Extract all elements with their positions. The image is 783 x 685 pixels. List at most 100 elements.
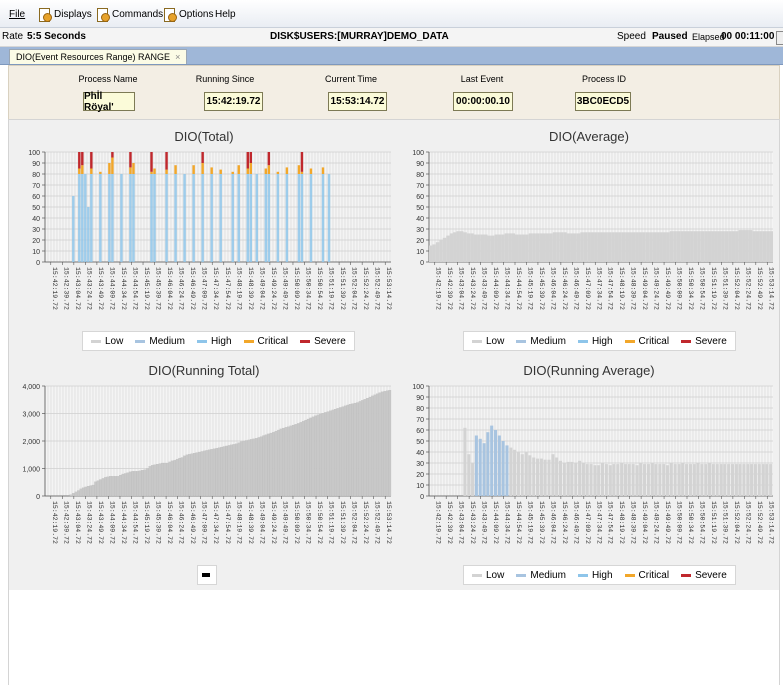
- menu-options[interactable]: Options: [163, 7, 213, 22]
- bar-running-total: [131, 471, 135, 497]
- y-tick-label: 20: [32, 238, 40, 245]
- bar-running-total: [183, 455, 186, 497]
- bar-running-average: [482, 443, 486, 496]
- medium-swatch-icon: [135, 339, 146, 343]
- x-tick-label: 15:43:49.72: [97, 267, 104, 310]
- bar-running-total: [195, 452, 199, 497]
- x-tick-label: 15:47:34.72: [595, 501, 602, 544]
- bar-running-total: [279, 428, 283, 497]
- bar-running-total: [299, 422, 303, 497]
- bar-running-total: [306, 418, 310, 497]
- bar-low: [711, 231, 715, 262]
- bar-running-total: [111, 476, 115, 497]
- bar-running-average: [669, 463, 673, 496]
- x-tick-label: 15:47:09.72: [584, 501, 591, 544]
- x-tick-label: 15:45:19.72: [526, 267, 533, 310]
- bar-running-total: [173, 460, 177, 497]
- bar-low: [573, 233, 577, 262]
- bar-running-average: [723, 464, 727, 496]
- high-swatch-icon: [196, 339, 207, 343]
- bar-running-average: [578, 460, 582, 496]
- y-tick-label: 3,000: [22, 412, 40, 419]
- bar-running-average: [654, 464, 658, 496]
- bar-running-total: [116, 476, 120, 497]
- series-swatch-icon: [202, 573, 210, 577]
- x-tick-label: 15:51:39.72: [339, 501, 346, 544]
- x-tick-label: 15:50:54.72: [698, 501, 705, 544]
- bar-severe: [165, 152, 168, 170]
- bar-running-average: [761, 464, 765, 496]
- bar-low: [614, 232, 619, 262]
- bar-running-total: [250, 439, 253, 497]
- close-icon[interactable]: ×: [175, 52, 180, 62]
- bar-running-total: [259, 436, 263, 497]
- bar-low: [666, 232, 670, 262]
- bar-low: [755, 231, 760, 262]
- x-tick-label: 15:50:09.72: [676, 267, 683, 310]
- menu-help[interactable]: Help: [215, 7, 236, 21]
- x-tick-label: 15:42:39.72: [62, 267, 69, 310]
- bar-running-total: [91, 484, 95, 497]
- bar-critical: [150, 171, 153, 174]
- bar-running-total: [166, 462, 169, 497]
- bar-high: [321, 174, 325, 262]
- bar-running-average: [696, 463, 700, 496]
- bar-severe: [201, 152, 204, 163]
- menu-file[interactable]: File: [9, 7, 25, 21]
- chart-area: DIO(Total) DIO(Average) DIO(Running Tota…: [8, 119, 780, 591]
- bar-running-average: [769, 464, 773, 496]
- low-swatch-icon: [472, 339, 482, 343]
- bar-critical: [321, 167, 325, 174]
- bar-running-total: [284, 427, 288, 497]
- x-tick-label: 15:50:54.72: [316, 267, 323, 310]
- panel-toggle-icon[interactable]: [776, 31, 783, 45]
- y-tick-label: 70: [416, 417, 424, 424]
- bar-high: [249, 174, 252, 262]
- bar-running-total: [109, 476, 112, 497]
- bar-running-total: [106, 476, 110, 497]
- bar-low: [762, 231, 767, 262]
- menu-commands[interactable]: Commands: [96, 7, 163, 22]
- y-tick-label: 90: [32, 161, 40, 168]
- bar-low: [583, 232, 588, 262]
- bar-low: [735, 231, 739, 262]
- bar-running-total: [282, 427, 285, 497]
- bar-low: [638, 232, 643, 262]
- bar-critical: [264, 168, 268, 174]
- bar-running-average: [539, 458, 543, 496]
- x-tick-label: 15:49:49.72: [281, 267, 288, 310]
- bar-low: [576, 233, 581, 262]
- x-tick-label: 15:52:24.72: [362, 267, 369, 310]
- bar-low: [656, 232, 660, 262]
- bar-running-total: [99, 479, 102, 497]
- x-tick-label: 15:43:24.72: [469, 501, 476, 544]
- bar-severe: [249, 152, 252, 163]
- low-swatch-icon: [91, 339, 101, 343]
- bar-low: [545, 233, 550, 262]
- bar-running-average: [658, 464, 662, 496]
- bar-low: [535, 233, 540, 262]
- bar-running-average: [581, 463, 585, 496]
- legend-total: Low Medium High Critical Severe: [82, 331, 355, 351]
- menu-displays[interactable]: Displays: [38, 7, 92, 22]
- bar-running-average: [685, 464, 689, 496]
- x-tick-label: 15:46:24.72: [561, 501, 568, 544]
- bar-severe: [267, 152, 271, 166]
- bar-running-average: [665, 465, 670, 496]
- bar-low: [515, 234, 519, 262]
- bar-low: [518, 234, 522, 262]
- bar-running-average: [608, 465, 612, 496]
- bar-running-average: [604, 464, 608, 496]
- bar-low: [563, 232, 567, 262]
- bar-running-total: [161, 462, 164, 497]
- bar-critical: [90, 168, 93, 174]
- x-tick-label: 15:44:54.72: [132, 267, 139, 310]
- bar-running-average: [639, 463, 643, 496]
- x-tick-label: 15:52:49.72: [374, 267, 381, 310]
- tab-dio-range[interactable]: DIO(Event Resources Range) RANGE ×: [9, 49, 188, 64]
- bar-running-average: [753, 464, 757, 496]
- bar-running-total: [358, 401, 362, 497]
- bar-running-total: [289, 425, 293, 497]
- y-tick-label: 80: [416, 406, 424, 413]
- x-tick-label: 15:50:34.72: [305, 267, 312, 310]
